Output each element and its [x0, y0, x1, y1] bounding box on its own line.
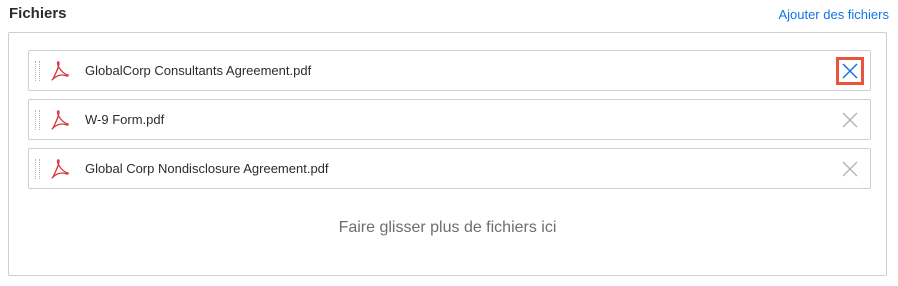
add-files-link[interactable]: Ajouter des fichiers — [778, 7, 889, 22]
close-icon — [842, 112, 858, 127]
files-drop-zone[interactable]: GlobalCorp Consultants Agreement.pdf W-9… — [8, 32, 887, 276]
drop-hint: Faire glisser plus de fichiers ici — [338, 219, 557, 236]
remove-file-button[interactable] — [836, 56, 864, 85]
pdf-icon — [51, 60, 69, 82]
file-row[interactable]: W-9 Form.pdf — [28, 99, 871, 140]
section-title: Fichiers — [9, 5, 67, 22]
drag-handle-icon[interactable] — [35, 60, 40, 81]
file-row[interactable]: GlobalCorp Consultants Agreement.pdf — [28, 50, 871, 91]
close-icon — [842, 62, 858, 79]
file-name: W-9 Form.pdf — [85, 112, 165, 127]
remove-file-button[interactable] — [836, 155, 864, 183]
close-icon — [842, 161, 858, 176]
pdf-icon — [51, 158, 69, 180]
remove-file-button[interactable] — [836, 106, 864, 134]
file-name: Global Corp Nondisclosure Agreement.pdf — [85, 161, 329, 176]
file-row[interactable]: Global Corp Nondisclosure Agreement.pdf — [28, 148, 871, 189]
drag-handle-icon[interactable] — [35, 158, 40, 179]
pdf-icon — [51, 109, 69, 131]
drag-handle-icon[interactable] — [35, 109, 40, 130]
file-name: GlobalCorp Consultants Agreement.pdf — [85, 63, 312, 78]
